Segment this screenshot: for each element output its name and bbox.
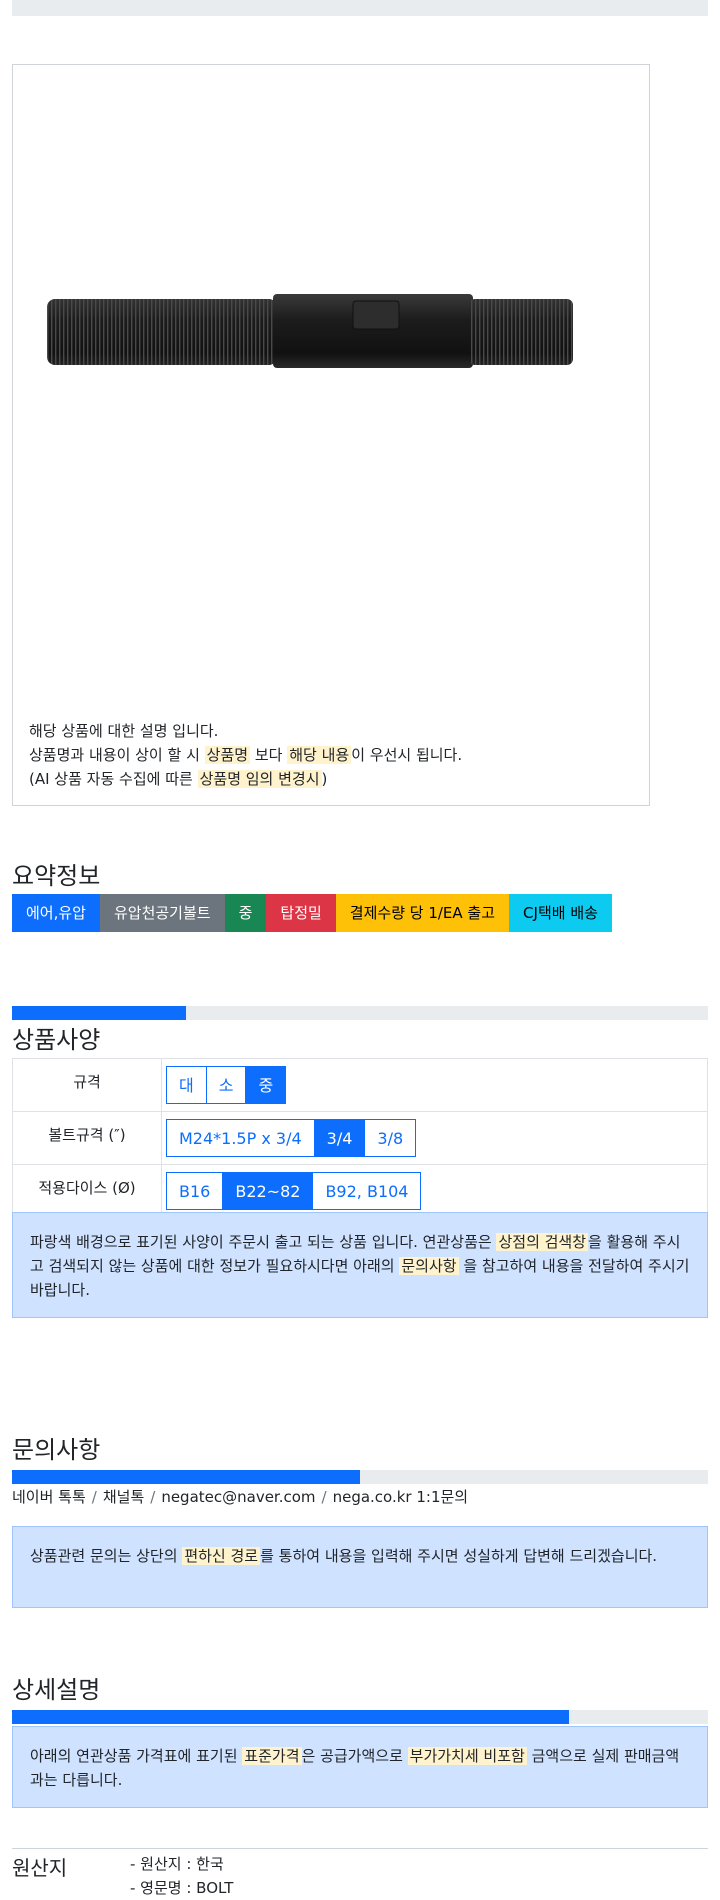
spec-option-button[interactable]: 3/8 — [364, 1119, 417, 1157]
spec-label: 볼트규격 (″) — [12, 1111, 162, 1165]
origin-heading: 원산지 — [12, 1856, 68, 1880]
spec-progress-bar — [12, 1006, 708, 1020]
detail-notice: 아래의 연관상품 가격표에 표기된 표준가격 은 공급가액으로 부가가치세 비포함… — [12, 1726, 708, 1808]
product-image-panel: 해당 상품에 대한 설명 입니다. 상품명과 내용이 상이 할 시 상품명 보다… — [12, 64, 650, 806]
detail-progress-bar — [12, 1710, 708, 1724]
contact-separator: / — [150, 1488, 156, 1506]
contact-link[interactable]: negatec@naver.com — [161, 1488, 315, 1506]
summary-badge: 중 — [224, 894, 267, 932]
spec-option-group: M24*1.5P x 3/4 3/4 3/8 — [166, 1119, 417, 1157]
summary-badge: 에어,유압 — [12, 894, 100, 932]
origin-item: - 원산지 : 한국 — [130, 1855, 224, 1873]
spec-label: 규격 — [12, 1058, 162, 1112]
origin-list: - 원산지 : 한국 - 영문명 : BOLT — [130, 1852, 233, 1900]
detail-heading: 상세설명 — [12, 1676, 101, 1704]
inquiry-progress-bar — [12, 1470, 708, 1484]
spec-options: M24*1.5P x 3/4 3/4 3/8 — [161, 1111, 708, 1165]
spec-progress-fill — [12, 1006, 186, 1020]
spec-row: 규격 대 소 중 — [12, 1058, 708, 1112]
spec-option-button[interactable]: 중 — [245, 1066, 287, 1104]
inquiry-notice: 상품관련 문의는 상단의 편하신 경로 를 통하여 내용을 입력해 주시면 성실하… — [12, 1526, 708, 1608]
product-description: 해당 상품에 대한 설명 입니다. 상품명과 내용이 상이 할 시 상품명 보다… — [29, 722, 463, 788]
spec-options: 대소중 — [161, 1058, 708, 1112]
origin-item: - 영문명 : BOLT — [130, 1879, 234, 1897]
spec-option-button[interactable]: 소 — [205, 1066, 247, 1104]
spec-option-button[interactable]: B22~82 — [222, 1172, 314, 1210]
contact-links: 네이버 톡톡 / 채널톡 / negatec@naver.com / nega.co.kr … — [12, 1486, 468, 1507]
summary-badge: 탑정밀 — [266, 894, 336, 932]
inquiry-progress-fill — [12, 1470, 360, 1484]
contact-link[interactable]: 채널톡 — [103, 1488, 144, 1506]
summary-badge: CJ택배 배송 — [509, 894, 612, 932]
origin-divider — [12, 1848, 708, 1849]
spec-option-group: 대소중 — [166, 1066, 287, 1104]
spec-table: 규격 대 소 중 볼트규격 (″) M24*1.5P x 3/4 3/4 3/8 적용다이스 (… — [12, 1058, 708, 1218]
contact-link[interactable]: nega.co.kr 1:1문의 — [333, 1488, 469, 1506]
spec-label: 적용다이스 (Ø) — [12, 1164, 162, 1218]
spec-option-button[interactable]: 3/4 — [313, 1119, 366, 1157]
contact-separator: / — [321, 1488, 327, 1506]
summary-badge: 결제수량 당 1/EA 출고 — [335, 894, 510, 932]
spec-option-button[interactable]: B92, B104 — [312, 1172, 422, 1210]
spec-option-button[interactable]: 대 — [166, 1066, 207, 1104]
contact-link[interactable]: 네이버 톡톡 — [12, 1488, 86, 1506]
spec-notice: 파랑색 배경으로 표기된 사양이 주문시 출고 되는 상품 입니다. 연관상품은… — [12, 1212, 708, 1318]
spec-row: 볼트규격 (″) M24*1.5P x 3/4 3/4 3/8 — [12, 1111, 708, 1165]
summary-badge: 유압천공기볼트 — [99, 894, 225, 932]
spec-option-button[interactable]: M24*1.5P x 3/4 — [166, 1119, 315, 1157]
contact-separator: / — [91, 1488, 97, 1506]
spec-options: B16 B22~82 B92, B104 — [161, 1164, 708, 1218]
summary-heading: 요약정보 — [12, 862, 101, 890]
spec-heading: 상품사양 — [12, 1026, 101, 1054]
spec-row: 적용다이스 (Ø) B16 B22~82 B92, B104 — [12, 1164, 708, 1218]
summary-badges: 에어,유압 유압천공기볼트 중 탑정밀 결제수량 당 1/EA 출고 CJ택배 배송 — [12, 894, 612, 932]
detail-progress-fill — [12, 1710, 569, 1724]
spec-option-group: B16 B22~82 B92, B104 — [166, 1172, 422, 1210]
bolt-product-image — [47, 294, 573, 368]
inquiry-heading: 문의사항 — [12, 1436, 101, 1464]
spec-option-button[interactable]: B16 — [166, 1172, 224, 1210]
top-bar — [12, 0, 708, 16]
